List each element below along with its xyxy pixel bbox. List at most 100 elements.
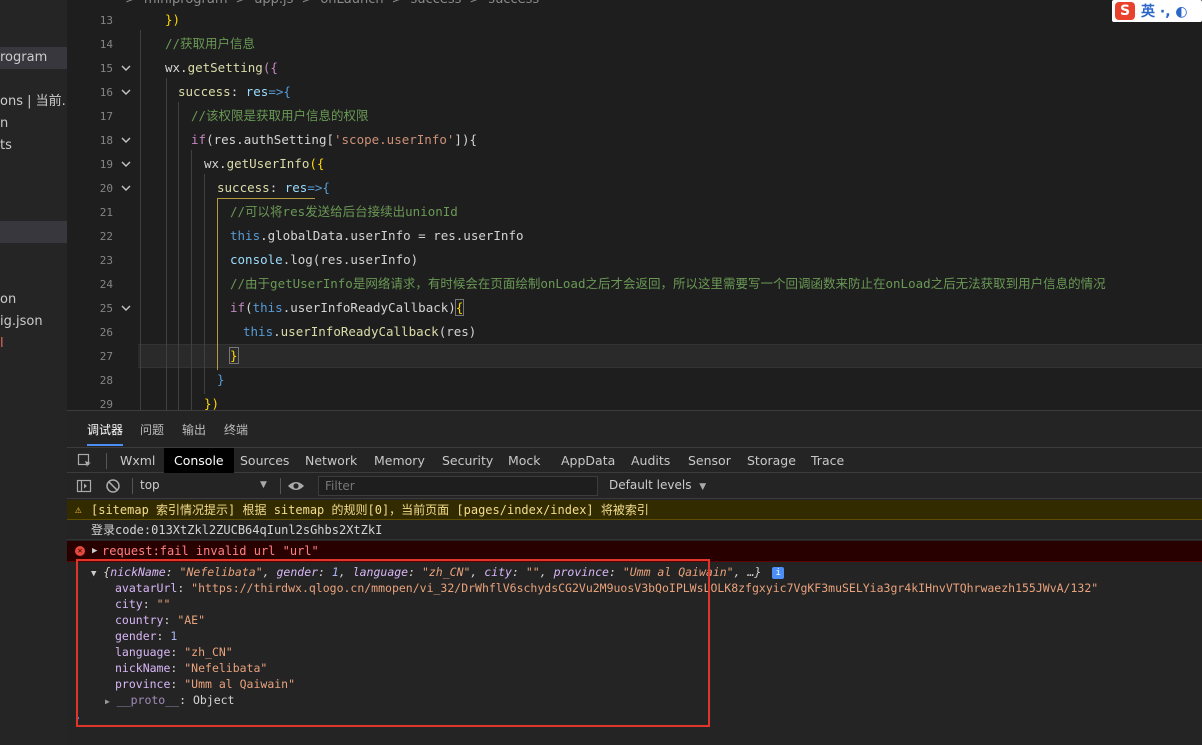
breadcrumb-item[interactable]: onLaunch	[320, 0, 383, 7]
fold-chevron-icon[interactable]	[120, 86, 132, 98]
indent-guide	[204, 174, 205, 394]
divider	[106, 453, 107, 469]
line-number: 26	[99, 326, 113, 339]
panel-tab[interactable]: 终端	[224, 421, 248, 438]
indent-guide	[166, 78, 167, 410]
code-line-26: this.userInfoReadyCallback(res)	[243, 324, 477, 339]
explorer-item[interactable]: ons | 当前...	[0, 91, 67, 113]
breadcrumb-separator: >	[301, 0, 312, 7]
breadcrumb-item[interactable]: success	[488, 0, 539, 7]
code-line-14: //获取用户信息	[165, 36, 256, 51]
breadcrumb-path: > miniprogram > app.js > onLaunch > success > suc…	[117, 0, 539, 7]
line-number: 16	[99, 86, 113, 99]
sogou-logo-icon: S	[1115, 2, 1135, 20]
expand-arrow-icon[interactable]: ▶	[92, 541, 97, 561]
devtools-tab-mock[interactable]: Mock	[498, 448, 551, 473]
line-number: 25	[99, 302, 113, 315]
devtools-tab-sensor[interactable]: Sensor	[678, 448, 741, 473]
explorer-item[interactable]: n	[0, 113, 67, 135]
fold-chevron-icon[interactable]	[120, 134, 132, 146]
eye-icon[interactable]	[287, 478, 305, 494]
line-number: 19	[99, 158, 113, 171]
breadcrumb-separator: >	[469, 0, 480, 7]
devtools-tab-network[interactable]: Network	[295, 448, 367, 473]
explorer-item[interactable]: ig.json	[0, 311, 67, 333]
line-number: 21	[99, 206, 113, 219]
chevron-down-icon: ▼	[699, 482, 707, 492]
code-line-22: this.globalData.userInfo = res.userInfo	[230, 228, 524, 243]
code-editor[interactable]: > miniprogram > app.js > onLaunch > success > suc…	[67, 0, 1202, 410]
devtools-tab-appdata[interactable]: AppData	[551, 448, 625, 473]
explorer-item[interactable]	[0, 221, 67, 243]
fold-chevron-icon[interactable]	[120, 182, 132, 194]
explorer-sidebar: rogram ons | 当前... n ts on ig.json l	[0, 0, 67, 745]
console-warning-row[interactable]: ⚠ [sitemap 索引情况提示] 根据 sitemap 的规则[0]，当前页…	[67, 500, 1202, 520]
panel-tab[interactable]: 问题	[140, 421, 164, 438]
devtools-tab-trace[interactable]: Trace	[801, 448, 854, 473]
panel-tab[interactable]: 输出	[182, 421, 206, 438]
console-toolbar: top ▼ Default levels ▼	[67, 473, 1202, 499]
line-number: 14	[99, 38, 113, 51]
devtools-tab-storage[interactable]: Storage	[737, 448, 806, 473]
devtools-tab-memory[interactable]: Memory	[364, 448, 435, 473]
code-line-16: success: res=>{	[178, 84, 291, 99]
fold-chevron-icon[interactable]	[120, 62, 132, 74]
breadcrumb-item[interactable]: miniprogram	[144, 0, 228, 7]
devtools-tab-sources[interactable]: Sources	[230, 448, 299, 473]
filter-input[interactable]	[318, 476, 598, 496]
explorer-item[interactable]: ts	[0, 135, 67, 157]
sidebar-toggle-icon[interactable]	[76, 478, 92, 494]
explorer-item[interactable]: rogram	[0, 47, 67, 69]
devtools-tab-console[interactable]: Console	[164, 448, 234, 473]
indent-guide	[140, 30, 141, 410]
explorer-item[interactable]: l	[0, 333, 67, 355]
breadcrumb-item[interactable]: app.js	[254, 0, 293, 7]
explorer-item[interactable]: on	[0, 289, 67, 311]
chevron-down-icon: ▼	[260, 480, 267, 490]
devtools-tabs: Wxml Console Sources Network Memory Security M…	[67, 447, 1202, 473]
devtools-tab-audits[interactable]: Audits	[621, 448, 680, 473]
breadcrumb-separator: >	[125, 0, 136, 7]
clear-console-icon[interactable]	[105, 478, 121, 494]
fold-chevron-icon[interactable]	[120, 158, 132, 170]
indent-guide	[178, 102, 179, 410]
context-select[interactable]: top ▼	[140, 473, 270, 498]
code-line-17: //该权限是获取用户信息的权限	[191, 108, 369, 123]
summary-tail: , …}	[733, 565, 762, 579]
breadcrumb-item[interactable]: success	[411, 0, 462, 7]
current-line-highlight	[138, 344, 1202, 368]
code-line-19: wx.getUserInfo({	[204, 156, 325, 171]
line-number: 23	[99, 254, 113, 267]
code-line-23: console.log(res.userInfo)	[230, 252, 419, 267]
inspect-element-icon[interactable]	[77, 453, 93, 469]
devtools-tab-wxml[interactable]: Wxml	[110, 448, 165, 473]
console-log-row[interactable]: 登录code:013XtZkl2ZUCB64qIunl2sGhbs2XtZkI	[67, 520, 1202, 540]
active-block-guide	[217, 198, 218, 370]
log-levels-select[interactable]: Default levels ▼	[609, 473, 706, 498]
context-select-value: top	[140, 478, 160, 492]
line-number: 29	[99, 398, 113, 410]
line-number: 15	[99, 62, 113, 75]
devtools-tab-security[interactable]: Security	[432, 448, 503, 473]
line-number: 27	[99, 350, 113, 363]
info-badge-icon: i	[772, 566, 785, 579]
code-line-28: }	[217, 372, 225, 387]
annotation-highlight-box	[76, 559, 710, 727]
breadcrumb: > miniprogram > app.js > onLaunch > success > suc…	[67, 0, 1202, 10]
code-line-27: }	[229, 347, 239, 364]
line-number: 20	[99, 182, 113, 195]
panel-tab[interactable]: 调试器	[87, 421, 124, 446]
ime-mode-text: 英 ·, ◐	[1141, 4, 1188, 20]
line-number: 18	[99, 134, 113, 147]
line-number: 24	[99, 278, 113, 291]
line-number: 22	[99, 230, 113, 243]
ime-indicator[interactable]: S 英 ·, ◐	[1112, 0, 1202, 22]
warning-text: [sitemap 索引情况提示] 根据 sitemap 的规则[0]，当前页面 …	[91, 503, 649, 517]
line-number: 17	[99, 110, 113, 123]
code-line-29: })	[204, 396, 220, 410]
code-line-24: //由于getUserInfo是网络请求，有时候会在页面绘制onLoad之后才会…	[230, 276, 1106, 291]
fold-chevron-icon[interactable]	[120, 302, 132, 314]
indent-guide	[191, 150, 192, 410]
code-line-13: })	[165, 12, 181, 27]
log-text: 登录code:013XtZkl2ZUCB64qIunl2sGhbs2XtZkI	[91, 523, 383, 537]
